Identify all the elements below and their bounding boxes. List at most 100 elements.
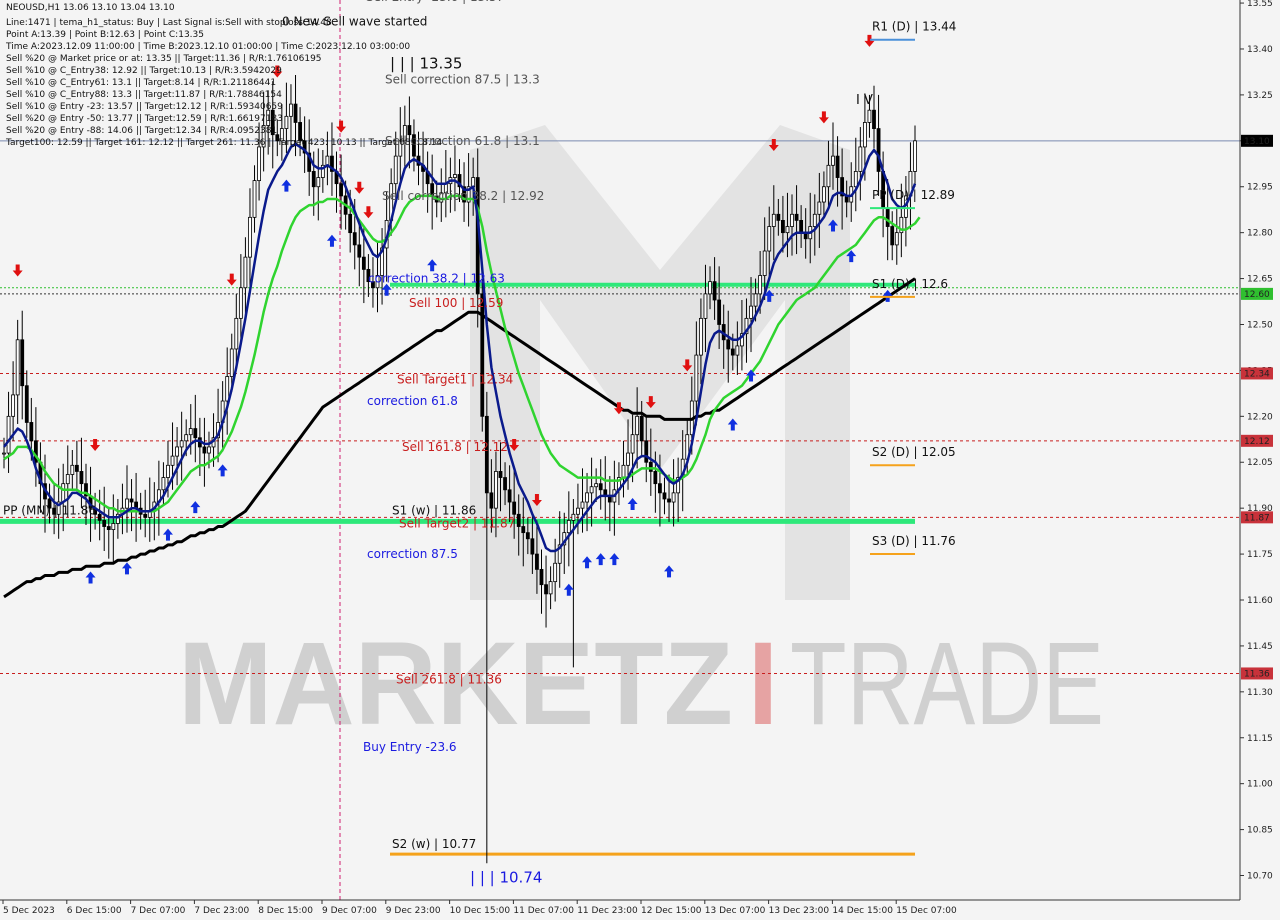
candle-down [539, 568, 544, 586]
x-tick-label: 14 Dec 15:00 [832, 906, 893, 916]
candle-up [790, 213, 794, 227]
candle-up [831, 155, 835, 166]
y-tick-label: 13.55 [1247, 0, 1273, 9]
candle-down [885, 207, 890, 227]
y-tick-label: 10.85 [1247, 826, 1273, 836]
pivot-label: S3 (D) | 11.76 [872, 534, 956, 548]
pivot-label: S2 (w) | 10.77 [392, 837, 476, 851]
candle-down [293, 103, 298, 123]
candle-up [225, 376, 230, 402]
candle-up [867, 109, 872, 123]
candle-down [24, 385, 29, 423]
candle-up [630, 434, 635, 454]
candle-down [648, 461, 653, 472]
candle-up [70, 464, 75, 475]
candle-down [890, 226, 895, 246]
candle-down [311, 171, 316, 188]
candle-up [11, 394, 16, 417]
price-label: 12.12 [1244, 437, 1270, 447]
candle-down [97, 513, 102, 521]
x-tick-label: 15 Dec 07:00 [896, 906, 957, 916]
info-line: Point A:13.39 | Point B:12.63 | Point C:… [6, 30, 204, 40]
x-tick-label: 6 Dec 15:00 [67, 906, 122, 916]
candle-down [339, 183, 343, 197]
wave-annotation: Sell 261.8 | 11.36 [396, 673, 502, 687]
y-tick-label: 11.15 [1247, 734, 1273, 744]
pivot-label: R1 (D) | 13.44 [872, 20, 956, 34]
candle-up [694, 354, 699, 402]
candle-up [571, 513, 576, 521]
candle-up [758, 275, 763, 295]
wave-annotation: Sell Target2 | 11.87 [399, 516, 515, 530]
candle-down [525, 532, 530, 540]
candle-up [65, 474, 70, 485]
watermark-bar-text: I [748, 618, 778, 750]
candle-down [717, 299, 722, 325]
candle-up [229, 348, 234, 377]
watermark-right-text: TRADE [790, 618, 1104, 750]
candle-down [530, 538, 535, 555]
candle-down [102, 520, 107, 527]
wave-annotation: correction 61.8 [367, 394, 458, 408]
x-tick-label: 13 Dec 23:00 [769, 906, 830, 916]
candle-up [257, 146, 261, 182]
candle-up [812, 213, 817, 227]
candle-down [512, 501, 517, 515]
candle-down [799, 220, 804, 234]
x-tick-label: 7 Dec 07:00 [131, 906, 186, 916]
wave-annotation: Buy Entry -23.6 [363, 740, 457, 754]
candle-up [862, 122, 867, 148]
candle-up [553, 562, 558, 583]
candle-down [193, 428, 198, 439]
candle-up [184, 434, 189, 442]
candle-up [585, 492, 589, 503]
wave-annotation: | | | 13.35 [390, 54, 462, 72]
x-tick-label: 5 Dec 2023 [3, 906, 55, 916]
price-label: 11.87 [1244, 513, 1270, 523]
candle-down [202, 446, 207, 454]
price-label: 11.36 [1244, 669, 1270, 679]
candle-up [393, 155, 398, 185]
candle-down [726, 339, 731, 350]
candle-down [480, 293, 485, 417]
candle-up [161, 477, 166, 491]
wave-annotation: Sell Entry -23.6 | 13.57 [366, 0, 504, 4]
candle-up [708, 281, 712, 295]
candle-up [626, 452, 630, 466]
candle-up [494, 471, 498, 509]
info-line: Sell %10 @ C_Entry38: 12.92 || Target:10… [6, 66, 282, 76]
info-line: Sell %10 @ Entry -23: 13.57 || Target:12… [6, 102, 283, 112]
candle-down [521, 526, 526, 534]
candle-down [872, 109, 876, 129]
candle-up [826, 164, 831, 188]
y-tick-label: 13.25 [1247, 91, 1273, 101]
candle-up [894, 232, 899, 246]
candle-down [544, 584, 548, 595]
candle-down [794, 213, 799, 221]
pivot-label: PP (MN) | 11.86 [3, 503, 96, 517]
candle-up [289, 103, 293, 117]
candle-up [179, 440, 184, 448]
candle-up [6, 415, 11, 454]
candle-down [516, 513, 521, 527]
candle-down [535, 553, 539, 570]
candle-up [594, 483, 599, 488]
candle-down [352, 232, 357, 246]
chart-area[interactable]: MARKETZ I TRADE R1 (D) | 13.44 PP (D) | 12.8… [0, 0, 1280, 920]
price-label: 12.34 [1244, 369, 1270, 379]
pivot-label: S1 (D) | 12.6 [872, 277, 948, 291]
y-tick-label: 10.70 [1247, 872, 1273, 882]
y-tick-label: 11.00 [1247, 780, 1273, 790]
candle-up [125, 498, 129, 509]
y-tick-label: 12.80 [1247, 229, 1273, 239]
candle-down [644, 440, 649, 463]
candle-down [357, 244, 362, 258]
candle-up [753, 293, 758, 307]
y-tick-label: 11.75 [1247, 550, 1273, 560]
candle-up [822, 186, 826, 203]
info-line: Time A:2023.12.09 11:00:00 | Time B:2023… [6, 42, 411, 52]
candle-down [662, 492, 667, 500]
candle-down [498, 471, 503, 478]
candle-down [348, 213, 353, 234]
candle-up [858, 146, 863, 172]
